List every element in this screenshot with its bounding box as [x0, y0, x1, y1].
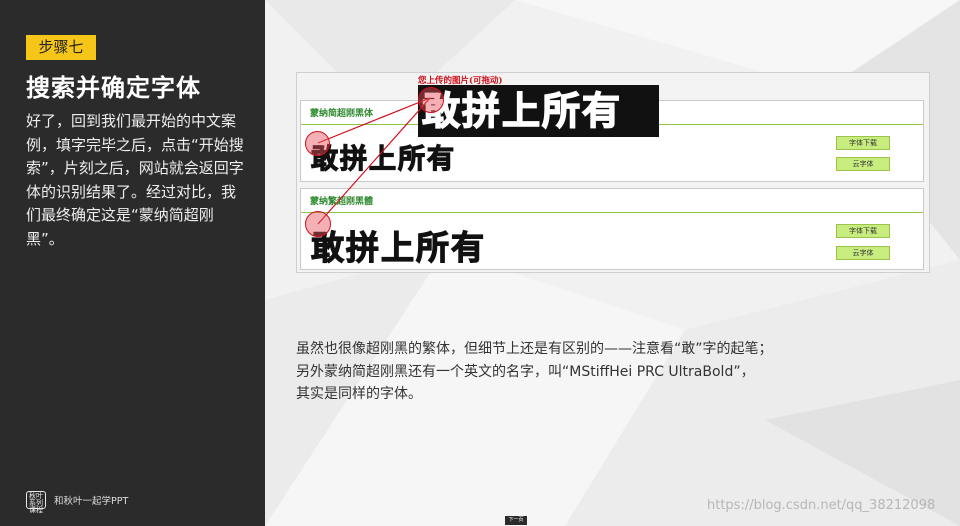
result-card: 蒙纳繁超刚黑體 敢拼上所有 字体下载 云字体: [300, 188, 924, 270]
caption-line: 其实是同样的字体。: [296, 386, 422, 402]
font-download-button[interactable]: 字体下载: [836, 224, 890, 238]
result-font-preview: 敢拼上所有: [310, 143, 456, 175]
cloud-font-button[interactable]: 云字体: [836, 157, 890, 171]
step-badge: 步骤七: [26, 35, 96, 60]
caption-line: 另外蒙纳简超刚黑还有一个英文的名字，叫“MStiffHei PRC UltraB…: [296, 363, 755, 380]
result-font-name: 蒙纳繁超刚黑體: [310, 197, 374, 207]
highlight-marker: [305, 131, 330, 156]
slide-title: 搜索并确定字体: [26, 74, 201, 102]
highlight-marker: [418, 87, 444, 113]
result-font-name: 蒙纳简超刚黑体: [310, 109, 374, 119]
sidebar: 步骤七 搜索并确定字体 好了，回到我们最开始的中文案例，填字完毕之后，点击“开始…: [0, 0, 265, 526]
brand-name: 和秋叶一起学PPT: [54, 496, 129, 507]
highlight-marker: [305, 211, 331, 237]
result-font-preview: 敢拼上所有: [310, 227, 486, 267]
brand-logo-icon: 秋叶系列课程: [26, 491, 46, 514]
brand: 秋叶系列课程 和秋叶一起学PPT: [26, 491, 129, 514]
cloud-font-button[interactable]: 云字体: [836, 246, 890, 260]
watermark: https://blog.csdn.net/qq_38212098: [707, 498, 936, 513]
slide-description: 好了，回到我们最开始的中文案例，填字完毕之后，点击“开始搜索”，片刻之后，网站就…: [26, 112, 244, 248]
divider: [301, 212, 923, 213]
caption: 虽然也很像超刚黑的繁体，但细节上还是有区别的——注意看“敢”字的起笔； 另外蒙纳…: [296, 338, 856, 406]
font-download-button[interactable]: 字体下载: [836, 136, 890, 150]
caption-line: 虽然也很像超刚黑的繁体，但细节上还是有区别的——注意看“敢”字的起笔；: [296, 341, 773, 357]
uploaded-image[interactable]: 敢拼上所有: [418, 85, 659, 137]
next-page-button[interactable]: 下一页: [505, 516, 527, 525]
